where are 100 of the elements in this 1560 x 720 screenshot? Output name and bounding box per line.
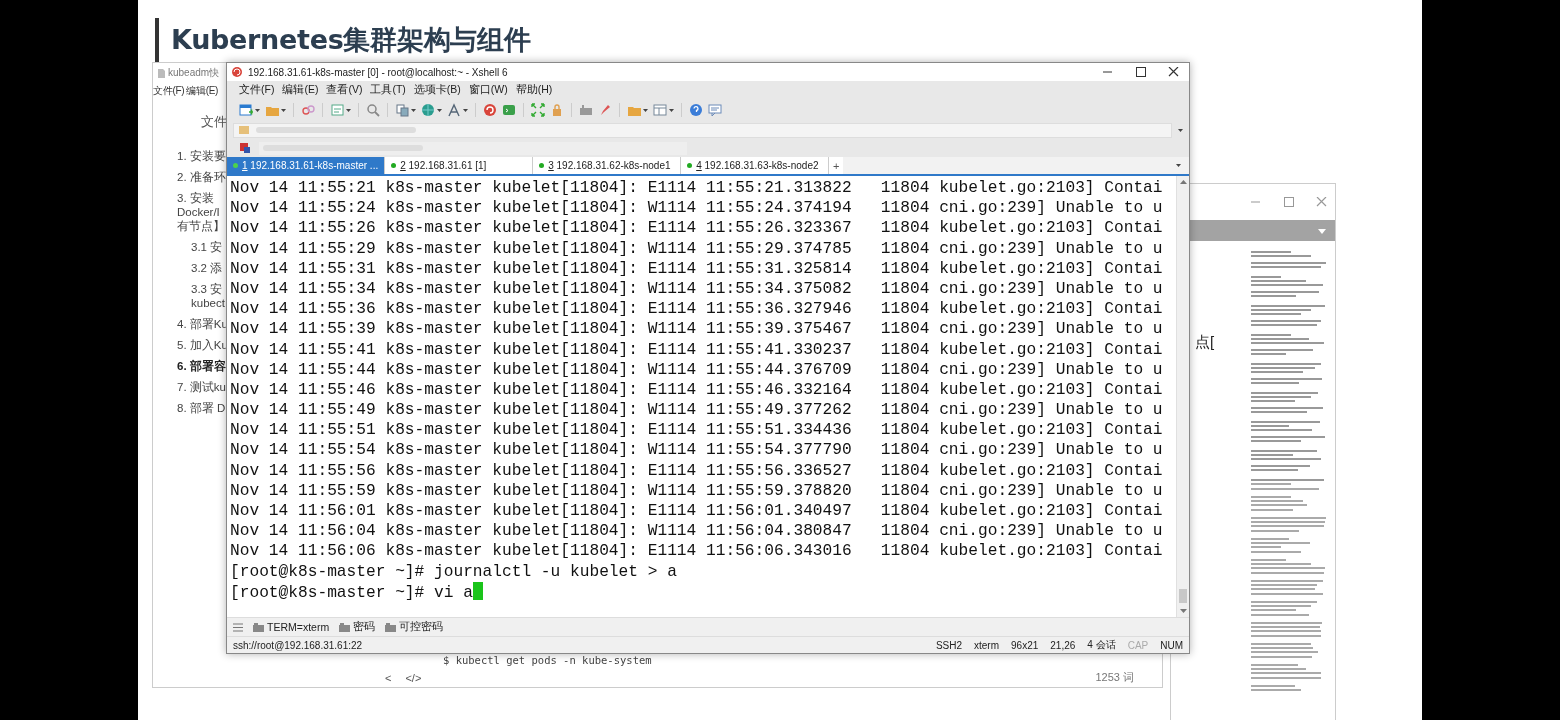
outline-item[interactable]: 7. 测试ku bbox=[177, 380, 228, 394]
caret-icon[interactable] bbox=[643, 108, 648, 112]
terminal-line: Nov 14 11:55:39 k8s-master kubelet[11804]: W1114 11:55:39.375467 11804 cni.go:239] Unable to u bbox=[230, 320, 1163, 339]
outline-item[interactable]: 3.3 安 kubect bbox=[191, 282, 228, 310]
close-icon[interactable] bbox=[1168, 67, 1179, 77]
terminal-line: Nov 14 11:55:56 k8s-master kubelet[11804]: E1114 11:55:56.336527 11804 kubelet.go:2103] Contai bbox=[230, 461, 1163, 480]
outline-item[interactable]: 2. 准备环 bbox=[177, 170, 228, 184]
menu-item[interactable]: 工具(T) bbox=[370, 83, 406, 97]
word-count: 1253 词 bbox=[1095, 670, 1134, 685]
lock-icon[interactable] bbox=[550, 103, 564, 117]
outline-item[interactable]: 3.1 安 bbox=[191, 240, 228, 254]
terminal-line: Nov 14 11:55:34 k8s-master kubelet[11804]: W1114 11:55:34.375082 11804 cni.go:239] Unable to u bbox=[230, 279, 1163, 298]
terminal-line: Nov 14 11:56:01 k8s-master kubelet[11804]: E1114 11:56:01.340497 11804 kubelet.go:2103] Contai bbox=[230, 502, 1163, 520]
link-icon[interactable] bbox=[301, 103, 315, 117]
quick-command[interactable]: 密码 bbox=[339, 620, 376, 634]
menu-icon[interactable] bbox=[233, 622, 243, 632]
terminal-line: Nov 14 11:55:51 k8s-master kubelet[11804]: E1114 11:55:51.334436 11804 kubelet.go:2103] Contai bbox=[230, 421, 1163, 440]
menu-item[interactable]: 文件(F) bbox=[239, 83, 275, 97]
help-icon[interactable] bbox=[689, 103, 703, 117]
caret-icon[interactable] bbox=[1178, 128, 1183, 132]
terminal-line: Nov 14 11:56:04 k8s-master kubelet[11804]: W1114 11:56:04.380847 11804 cni.go:239] Unable to u bbox=[230, 522, 1163, 541]
key-indicator: CAP bbox=[1127, 639, 1149, 651]
status-text: SSH2 bbox=[935, 639, 963, 651]
slide-title: Kubernetes集群架构与组件 bbox=[171, 23, 531, 57]
caret-icon[interactable] bbox=[346, 108, 351, 112]
quick-command[interactable]: 可控密码 bbox=[385, 620, 444, 634]
menu-item[interactable]: 窗口(W) bbox=[468, 83, 508, 97]
app-logo-icon bbox=[231, 66, 243, 78]
window-title: kubeadm快 bbox=[168, 66, 220, 80]
menu-item[interactable]: 帮助(H) bbox=[515, 83, 553, 97]
key-indicator: NUM bbox=[1160, 639, 1183, 651]
caret-icon[interactable] bbox=[437, 108, 442, 112]
outline-item[interactable]: 3. 安装 Docker/I 有节点】 bbox=[177, 191, 228, 233]
expand-icon[interactable] bbox=[531, 103, 545, 117]
folder-icon bbox=[253, 622, 264, 632]
nav-button[interactable]: < bbox=[385, 671, 392, 684]
pen-icon[interactable] bbox=[598, 103, 612, 117]
session-tab[interactable]: 3 192.168.31.62-k8s-node1 bbox=[533, 157, 682, 174]
window-title: 192.168.31.61-k8s-master [0] - root@localhost:~ - Xshell 6 bbox=[248, 66, 508, 78]
search-icon[interactable] bbox=[366, 103, 380, 117]
caret-icon[interactable] bbox=[463, 108, 468, 112]
terminal-line: [root@k8s-master ~]# journalctl -u kubelet > a bbox=[230, 562, 677, 581]
status-text: 21,26 bbox=[1050, 639, 1076, 651]
swirl-icon[interactable] bbox=[483, 103, 497, 117]
menu-item[interactable]: 文件(F) bbox=[153, 84, 185, 98]
file-heading: 文件 bbox=[201, 113, 227, 131]
status-text: xterm bbox=[974, 639, 1000, 651]
terminal-line: Nov 14 11:55:41 k8s-master kubelet[11804]: E1114 11:55:41.330237 11804 kubelet.go:2103] Contai bbox=[230, 340, 1163, 359]
session-tab[interactable]: 4 192.168.31.63-k8s-node2 bbox=[681, 157, 830, 174]
status-text: 96x21 bbox=[1011, 639, 1039, 651]
scroll-down-icon[interactable] bbox=[1179, 609, 1187, 613]
terminal-line: Nov 14 11:55:21 k8s-master kubelet[11804]: E1114 11:55:21.313822 11804 kubelet.go:2103] Contai bbox=[230, 179, 1163, 197]
font-icon[interactable] bbox=[447, 103, 461, 117]
code-line: $ kubectl get pods -n kube-system bbox=[443, 654, 652, 666]
terminal-line: Nov 14 11:55:49 k8s-master kubelet[11804]: W1114 11:55:49.377262 11804 cni.go:239] Unable to u bbox=[230, 401, 1163, 420]
document-icon bbox=[156, 67, 166, 79]
terminal-line: [root@k8s-master ~]# vi a bbox=[230, 583, 473, 602]
terminal-line: Nov 14 11:55:24 k8s-master kubelet[11804]: W1114 11:55:24.374194 11804 cni.go:239] Unable to u bbox=[230, 199, 1163, 218]
caret-icon[interactable] bbox=[411, 108, 416, 112]
caret-icon[interactable] bbox=[669, 108, 674, 112]
folder-icon bbox=[238, 124, 250, 136]
scrollbar[interactable] bbox=[1176, 176, 1189, 617]
chat-icon[interactable] bbox=[708, 103, 722, 117]
session-tab[interactable]: 2 192.168.31.61 [1] bbox=[385, 157, 534, 174]
terminal-line: Nov 14 11:55:31 k8s-master kubelet[11804]: E1114 11:55:31.325814 11804 kubelet.go:2103] Contai bbox=[230, 259, 1163, 278]
nav-button[interactable]: </> bbox=[405, 671, 422, 684]
menu-item[interactable]: 选项卡(B) bbox=[413, 83, 461, 97]
terminal-line: Nov 14 11:55:46 k8s-master kubelet[11804]: E1114 11:55:46.332164 11804 kubelet.go:2103] Contai bbox=[230, 380, 1163, 399]
outline-item[interactable]: 1. 安装要 bbox=[177, 149, 228, 163]
scroll-thumb[interactable] bbox=[1179, 589, 1187, 603]
terminal-line: Nov 14 11:55:44 k8s-master kubelet[11804]: W1114 11:55:44.376709 11804 cni.go:239] Unable to u bbox=[230, 360, 1163, 379]
terminal-line: Nov 14 11:55:29 k8s-master kubelet[11804]: W1114 11:55:29.374785 11804 cni.go:239] Unable to u bbox=[230, 239, 1163, 258]
new-window-icon[interactable] bbox=[239, 103, 253, 117]
menu-item[interactable]: 编辑(E) bbox=[282, 83, 319, 97]
maximize-icon[interactable] bbox=[1135, 67, 1146, 77]
menu-item[interactable]: 编辑(E) bbox=[186, 84, 219, 98]
copy-icon[interactable] bbox=[395, 103, 409, 117]
session-tab[interactable]: 1 192.168.31.61-k8s-master ... bbox=[227, 157, 386, 174]
caret-icon[interactable] bbox=[281, 108, 286, 112]
caret-icon[interactable] bbox=[1176, 164, 1181, 167]
terminal-line: Nov 14 11:55:54 k8s-master kubelet[11804]: W1114 11:55:54.377790 11804 cni.go:239] Unable to u bbox=[230, 441, 1163, 460]
address-field[interactable] bbox=[233, 122, 1172, 138]
new-tab-button[interactable]: + bbox=[829, 157, 844, 174]
folder-icon bbox=[385, 622, 397, 632]
session-icon bbox=[239, 142, 251, 154]
caret-icon[interactable] bbox=[255, 108, 260, 112]
menu-item[interactable]: 查看(V) bbox=[326, 83, 363, 97]
status-text: 4 会话 bbox=[1087, 638, 1116, 652]
outline-item[interactable]: 3.2 添 bbox=[191, 261, 228, 275]
document-text: 点[ bbox=[1195, 333, 1215, 352]
terminal-line: Nov 14 11:55:59 k8s-master kubelet[11804]: W1114 11:55:59.378820 11804 cni.go:239] Unable to u bbox=[230, 481, 1163, 500]
terminal-line: Nov 14 11:55:36 k8s-master kubelet[11804]: E1114 11:55:36.327946 11804 kubelet.go:2103] Contai bbox=[230, 300, 1163, 319]
terminal-icon[interactable] bbox=[502, 103, 516, 117]
status-address: ssh://root@192.168.31.61:22 bbox=[233, 639, 363, 651]
terminal-line: Nov 14 11:56:06 k8s-master kubelet[11804]: E1114 11:56:06.343016 11804 kubelet.go:2103] Contai bbox=[230, 542, 1163, 561]
outline-item[interactable]: 6. 部署容 bbox=[177, 359, 228, 373]
folder-icon bbox=[339, 622, 351, 632]
quick-command[interactable]: TERM=xterm bbox=[253, 621, 330, 633]
terminal-line: Nov 14 11:55:26 k8s-master kubelet[11804]: E1114 11:55:26.323367 11804 kubelet.go:2103] Contai bbox=[230, 219, 1163, 238]
outline-item[interactable]: 8. 部署 D bbox=[177, 401, 228, 415]
